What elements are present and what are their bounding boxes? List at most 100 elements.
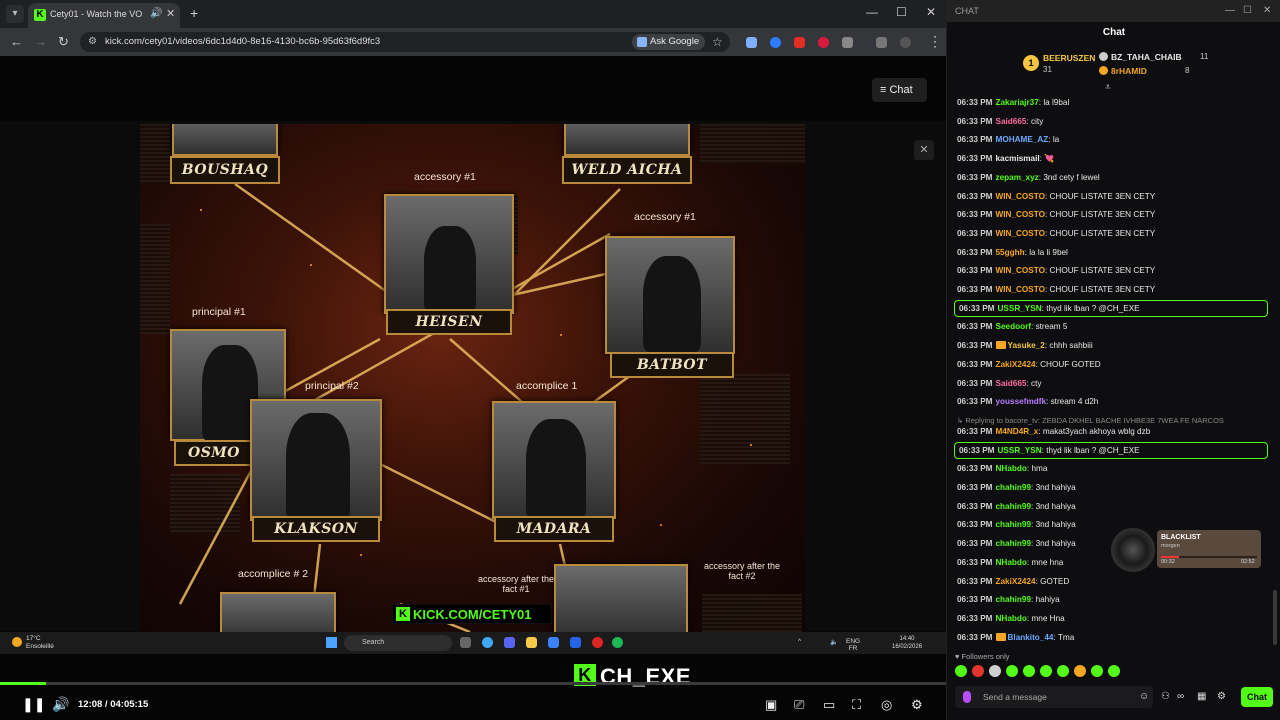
forward-arrow-icon[interactable]: → — [34, 34, 47, 49]
message-username[interactable]: ZakiX2424 — [996, 577, 1036, 586]
settings-gear-icon[interactable]: ⚙ — [911, 697, 923, 713]
clip-icon[interactable]: ⎚ — [794, 697, 804, 713]
video-player[interactable]: BOUSHAQ WELD AICHA HEISEN BATBOT OSMO KL… — [0, 56, 946, 720]
media-control-icon[interactable] — [876, 37, 887, 48]
message-username[interactable]: Zakariajr37 — [996, 98, 1039, 107]
chat-message[interactable]: 06:33 PM ZakiX2424: CHOUF GOTED — [957, 360, 1269, 369]
settings-gear-icon[interactable]: ⚙ — [1217, 691, 1226, 702]
chat-message[interactable]: 06:33 PM M4ND4R_x: makat3yach akhoya wblg… — [957, 427, 1269, 436]
message-username[interactable]: chahin99 — [996, 483, 1032, 492]
site-info-icon[interactable]: ⚙ — [88, 36, 97, 47]
chat-message[interactable]: 06:33 PM kacmismail: 💘 — [957, 154, 1269, 164]
message-username[interactable]: WIN_COSTO — [996, 229, 1045, 238]
chat-message[interactable]: 06:33 PM Said665: cty — [957, 379, 1269, 388]
browser-menu-icon[interactable]: ⋮ — [928, 33, 942, 50]
message-username[interactable]: chahin99 — [996, 502, 1032, 511]
emote-icon[interactable] — [1040, 665, 1052, 677]
message-username[interactable]: zepam_xyz — [996, 173, 1039, 182]
chat-toggle-button[interactable]: ≡ Chat — [872, 78, 927, 102]
new-tab-plus-icon[interactable]: + — [190, 5, 198, 21]
emote-icon[interactable] — [1006, 665, 1018, 677]
emote-icon[interactable] — [1023, 665, 1035, 677]
ask-google-button[interactable]: Ask Google — [632, 34, 706, 50]
pip-icon[interactable]: ▣ — [765, 697, 777, 713]
chat-message[interactable]: 06:33 PM Blankito_44: Tma — [957, 632, 1269, 642]
tab-search-chevron-icon[interactable]: ▾ — [6, 5, 24, 23]
close-window-icon[interactable]: ✕ — [1263, 5, 1271, 16]
chat-message[interactable]: 06:33 PM 55gghh: la la li 9bel — [957, 248, 1269, 257]
reload-icon[interactable]: ↻ — [58, 34, 69, 50]
speaker-icon[interactable]: 🔊 — [150, 8, 162, 19]
chat-message[interactable]: 06:33 PM chahin99: hahiya — [957, 595, 1269, 604]
chat-message[interactable]: 06:33 PM youssefmdfk: stream 4 d2h — [957, 397, 1269, 406]
gifter-name[interactable]: 8rHAMID — [1111, 66, 1147, 76]
emote-icon[interactable] — [1091, 665, 1103, 677]
message-username[interactable]: Said665 — [996, 117, 1027, 126]
chat-message[interactable]: 06:33 PM WIN_COSTO: CHOUF LISTATE 3EN CET… — [957, 229, 1269, 238]
chat-message[interactable]: 06:33 PM Seedoorf: stream 5 — [957, 322, 1269, 331]
browser-tab[interactable]: K Cety01 - Watch the VOD on Kick 🔊 ✕ — [28, 3, 180, 28]
emoji-smiley-icon[interactable]: ☺ — [1139, 691, 1149, 702]
message-username[interactable]: chahin99 — [996, 595, 1032, 604]
theater-mode-icon[interactable]: ▭ — [823, 697, 835, 713]
message-username[interactable]: NHabdo — [996, 464, 1027, 473]
fullscreen-icon[interactable]: ⛶ — [852, 697, 861, 713]
chat-message[interactable]: 06:33 PM Said665: city — [957, 117, 1269, 126]
emote-icon[interactable] — [972, 665, 984, 677]
overlay-close-icon[interactable]: ✕ — [914, 140, 934, 160]
extension-icon[interactable] — [818, 37, 829, 48]
pause-icon[interactable]: ❚❚ — [22, 696, 45, 713]
chat-scrollbar[interactable] — [1273, 590, 1277, 645]
message-username[interactable]: M4ND4R_x — [996, 427, 1039, 436]
extension-icon[interactable] — [770, 37, 781, 48]
send-chat-button[interactable]: Chat — [1241, 687, 1273, 707]
emote-icon[interactable] — [1108, 665, 1120, 677]
extensions-puzzle-icon[interactable] — [842, 37, 853, 48]
back-arrow-icon[interactable]: ← — [10, 34, 23, 49]
message-username[interactable]: ZakiX2424 — [996, 360, 1036, 369]
chat-message-input[interactable]: Send a message ☺ — [955, 686, 1153, 708]
message-username[interactable]: Blankito_44 — [1008, 633, 1054, 642]
address-bar[interactable]: ⚙ kick.com/cety01/videos/6dc1d4d0-8e16-4… — [80, 32, 730, 52]
message-username[interactable]: 55gghh — [996, 248, 1025, 257]
message-username[interactable]: youssefmdfk — [996, 397, 1047, 406]
chat-message[interactable]: 06:33 PM WIN_COSTO: CHOUF LISTATE 3EN CET… — [957, 266, 1269, 275]
emote-icon[interactable] — [955, 665, 967, 677]
message-username[interactable]: Seedoorf — [996, 322, 1032, 331]
emote-icon[interactable] — [1074, 665, 1086, 677]
chat-message[interactable]: 06:33 PM MOHAME_AZ: la — [957, 135, 1269, 144]
minimize-icon[interactable]: — — [1225, 5, 1235, 16]
seek-bar[interactable] — [0, 682, 946, 685]
chat-message-mention[interactable]: 06:33 PM USSR_YSN: thyd lik lban ? @CH_EX… — [954, 441, 1268, 459]
chat-message[interactable]: 06:33 PM Zakariajr37: la l9bal — [957, 98, 1269, 107]
profile-avatar-icon[interactable] — [900, 37, 911, 48]
close-tab-icon[interactable]: ✕ — [166, 7, 175, 20]
chat-message[interactable]: 06:33 PM ZakiX2424: GOTED — [957, 577, 1269, 586]
message-username[interactable]: WIN_COSTO — [996, 285, 1045, 294]
message-username[interactable]: WIN_COSTO — [996, 266, 1045, 275]
message-username[interactable]: NHabdo — [996, 558, 1027, 567]
youtube-extension-icon[interactable] — [794, 37, 805, 48]
chat-message[interactable]: 06:33 PM zepam_xyz: 3nd cety f lewel — [957, 173, 1269, 182]
message-username[interactable]: Said665 — [996, 379, 1027, 388]
message-username[interactable]: WIN_COSTO — [996, 210, 1045, 219]
chat-message[interactable]: 06:33 PM NHabdo: hma — [957, 464, 1269, 473]
close-window-icon[interactable]: ✕ — [926, 5, 936, 19]
gifter-name[interactable]: BZ_TAHA_CHAIB — [1111, 52, 1182, 62]
emote-icon[interactable] — [989, 665, 1001, 677]
message-username[interactable]: kacmismail — [996, 154, 1040, 163]
message-username[interactable]: USSR_YSN — [998, 304, 1042, 313]
chat-message[interactable]: 06:33 PM chahin99: 3nd hahiya — [957, 483, 1269, 492]
chat-message[interactable]: 06:33 PM chahin99: 3nd hahiya — [957, 502, 1269, 511]
message-username[interactable]: Yasuke_2 — [1008, 341, 1045, 350]
link-icon[interactable]: ∞ — [1177, 691, 1184, 702]
chat-message-mention[interactable]: 06:33 PM USSR_YSN: thyd lik lban ? @CH_EX… — [954, 299, 1268, 317]
chat-message[interactable]: 06:33 PM NHabdo: mne Hna — [957, 614, 1269, 623]
playback-speed-icon[interactable]: ◎ — [881, 697, 892, 713]
gifter-name[interactable]: BEERUSZEN — [1043, 53, 1095, 63]
chat-message[interactable]: 06:33 PM WIN_COSTO: CHOUF LISTATE 3EN CET… — [957, 210, 1269, 219]
chat-message[interactable]: 06:33 PM Yasuke_2: chhh sahbiii — [957, 341, 1269, 350]
message-username[interactable]: chahin99 — [996, 520, 1032, 529]
store-icon[interactable]: ▦ — [1197, 691, 1206, 702]
volume-icon[interactable]: 🔊 — [52, 696, 69, 713]
